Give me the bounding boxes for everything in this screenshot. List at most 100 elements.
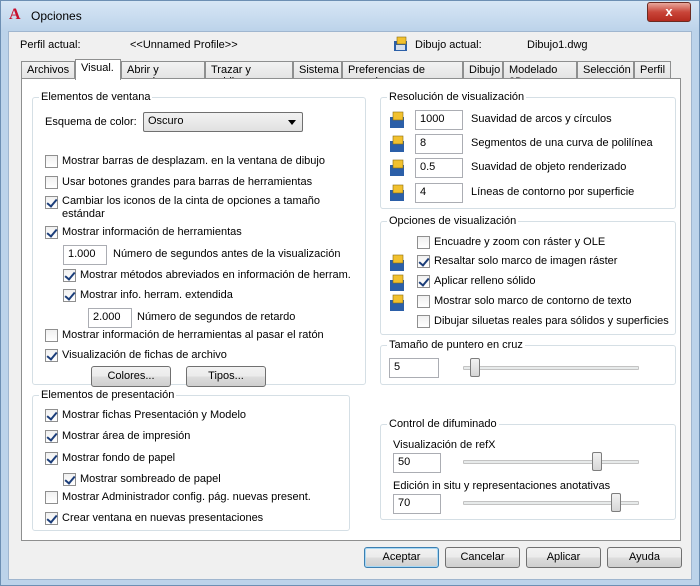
xref-slider-thumb[interactable] — [592, 452, 603, 471]
checkbox-box[interactable] — [45, 155, 58, 168]
xref-slider-track[interactable] — [463, 460, 639, 464]
tab-modelado-3d[interactable]: Modelado 3D — [503, 61, 577, 88]
checkbox-box[interactable] — [45, 512, 58, 525]
checkbox-box[interactable] — [417, 255, 430, 268]
crosshair-size-group: Tamaño de puntero en cruz 5 — [380, 339, 676, 385]
highlight-raster-frame-checkbox[interactable]: Resaltar solo marco de imagen ráster — [417, 255, 617, 268]
checkbox-box[interactable] — [63, 473, 76, 486]
paper-background-label: Mostrar fondo de papel — [62, 452, 176, 464]
checkbox-box[interactable] — [63, 289, 76, 302]
true-silhouettes-checkbox[interactable]: Dibujar siluetas reales para sólidos y s… — [417, 315, 669, 328]
visual-tab-page: Elementos de ventana Esquema de color: O… — [21, 78, 681, 541]
drawing-saved-icon — [390, 274, 404, 291]
tab-abrir-guardar[interactable]: Abrir y guardar — [121, 61, 205, 88]
accept-button[interactable]: Aceptar — [364, 547, 439, 568]
crosshair-size-title: Tamaño de puntero en cruz — [387, 339, 525, 351]
checkbox-box[interactable] — [417, 295, 430, 308]
layout-tabs-checkbox[interactable]: Mostrar fichas Presentación y Modelo — [45, 409, 246, 422]
contour-lines-label: Líneas de contorno por superficie — [471, 186, 635, 198]
inplace-slider-thumb[interactable] — [610, 493, 621, 512]
create-viewport-checkbox[interactable]: Crear ventana en nuevas presentaciones — [45, 512, 263, 525]
tab-preferencias-usuario[interactable]: Preferencias de usuario — [342, 61, 463, 88]
file-tabs-checkbox[interactable]: Visualización de fichas de archivo — [45, 349, 227, 362]
cancel-button[interactable]: Cancelar — [445, 547, 520, 568]
polyline-segments-label: Segmentos de una curva de polilínea — [471, 137, 653, 149]
colors-button[interactable]: Colores... — [91, 366, 171, 387]
retard-delay-input[interactable]: 2.000 — [88, 308, 132, 328]
checkbox-box[interactable] — [417, 275, 430, 288]
current-profile-label: Perfil actual: — [20, 39, 81, 51]
fonts-button[interactable]: Tipos... — [186, 366, 266, 387]
drawing-saved-icon — [390, 254, 404, 271]
printable-area-checkbox[interactable]: Mostrar área de impresión — [45, 430, 190, 443]
apply-button[interactable]: Aplicar — [526, 547, 601, 568]
checkbox-box[interactable] — [45, 491, 58, 504]
drawing-saved-icon — [390, 111, 404, 128]
tooltips-checkbox[interactable]: Mostrar información de herramientas — [45, 226, 242, 239]
current-drawing-label: Dibujo actual: — [415, 39, 482, 51]
current-drawing-value: Dibujo1.dwg — [527, 39, 588, 51]
retard-delay-label: Número de segundos de retardo — [137, 311, 296, 323]
page-setup-checkbox[interactable]: Mostrar Administrador config. pág. nueva… — [45, 491, 311, 504]
checkbox-box[interactable] — [45, 226, 58, 239]
checkbox-box[interactable] — [417, 315, 430, 328]
tab-sistema[interactable]: Sistema — [293, 61, 342, 79]
fade-control-group: Control de difuminado Visualización de r… — [380, 418, 676, 520]
xref-display-input[interactable]: 50 — [393, 453, 441, 473]
display-performance-title: Opciones de visualización — [387, 215, 519, 227]
checkbox-box[interactable] — [45, 349, 58, 362]
polyline-segments-input[interactable]: 8 — [415, 134, 463, 154]
display-resolution-group: Resolución de visualización 1000 Suavida… — [380, 91, 676, 209]
paper-shadow-label: Mostrar sombreado de papel — [80, 473, 221, 485]
rollover-tooltips-label: Mostrar información de herramientas al p… — [62, 329, 324, 341]
checkbox-box[interactable] — [45, 196, 58, 209]
checkbox-box[interactable] — [45, 430, 58, 443]
rollover-tooltips-checkbox[interactable]: Mostrar información de herramientas al p… — [45, 329, 324, 342]
crosshair-slider-thumb[interactable] — [469, 358, 480, 377]
checkbox-box[interactable] — [45, 409, 58, 422]
close-button[interactable]: x — [647, 2, 691, 22]
paper-background-checkbox[interactable]: Mostrar fondo de papel — [45, 452, 175, 465]
tooltip-delay-input[interactable]: 1.000 — [63, 245, 107, 265]
ribbon-icons-checkbox[interactable]: Cambiar los iconos de la cinta de opcion… — [45, 195, 335, 221]
tab-dibujo[interactable]: Dibujo — [463, 61, 503, 79]
tab-perfil[interactable]: Perfil — [634, 61, 671, 79]
solid-fill-checkbox[interactable]: Aplicar relleno sólido — [417, 275, 536, 288]
text-boundary-frame-checkbox[interactable]: Mostrar solo marco de contorno de texto — [417, 295, 631, 308]
display-resolution-title: Resolución de visualización — [387, 91, 527, 103]
pan-zoom-raster-checkbox[interactable]: Encuadre y zoom con ráster y OLE — [417, 236, 605, 249]
tab-visual[interactable]: Visual. — [75, 59, 121, 80]
tab-seleccion[interactable]: Selección — [577, 61, 634, 79]
rendered-smoothness-input[interactable]: 0.5 — [415, 158, 463, 178]
fade-control-title: Control de difuminado — [387, 418, 499, 430]
paper-shadow-checkbox[interactable]: Mostrar sombreado de papel — [63, 473, 221, 486]
scrollbars-checkbox[interactable]: Mostrar barras de desplazam. en la venta… — [45, 155, 325, 168]
checkbox-box[interactable] — [45, 176, 58, 189]
checkbox-box[interactable] — [417, 236, 430, 249]
extended-tooltips-label: Mostrar info. herram. extendida — [80, 289, 233, 301]
checkbox-box[interactable] — [45, 329, 58, 342]
printable-area-label: Mostrar área de impresión — [62, 430, 191, 442]
contour-lines-input[interactable]: 4 — [415, 183, 463, 203]
checkbox-box[interactable] — [45, 452, 58, 465]
ribbon-icons-label: Cambiar los iconos de la cinta de opcion… — [62, 195, 321, 220]
highlight-raster-frame-label: Resaltar solo marco de imagen ráster — [434, 255, 618, 267]
extended-tooltips-checkbox[interactable]: Mostrar info. herram. extendida — [63, 289, 233, 302]
color-scheme-label: Esquema de color: — [45, 116, 137, 128]
drawing-icon — [394, 36, 407, 51]
shortcuts-checkbox[interactable]: Mostrar métodos abreviados en informació… — [63, 269, 351, 282]
help-button[interactable]: Ayuda — [607, 547, 682, 568]
arc-smoothness-input[interactable]: 1000 — [415, 110, 463, 130]
title-bar[interactable]: A Opciones x — [1, 1, 699, 31]
text-boundary-frame-label: Mostrar solo marco de contorno de texto — [434, 295, 632, 307]
tab-trazar-publicar[interactable]: Trazar y publicar — [205, 61, 293, 88]
checkbox-box[interactable] — [63, 269, 76, 282]
crosshair-size-input[interactable]: 5 — [389, 358, 439, 378]
crosshair-slider-track[interactable] — [463, 366, 639, 370]
large-buttons-checkbox[interactable]: Usar botones grandes para barras de herr… — [45, 176, 312, 189]
color-scheme-select[interactable]: Oscuro — [143, 112, 303, 132]
window-title: Opciones — [31, 9, 82, 23]
inplace-edit-input[interactable]: 70 — [393, 494, 441, 514]
drawing-saved-icon — [390, 294, 404, 311]
tab-archivos[interactable]: Archivos — [21, 61, 75, 79]
